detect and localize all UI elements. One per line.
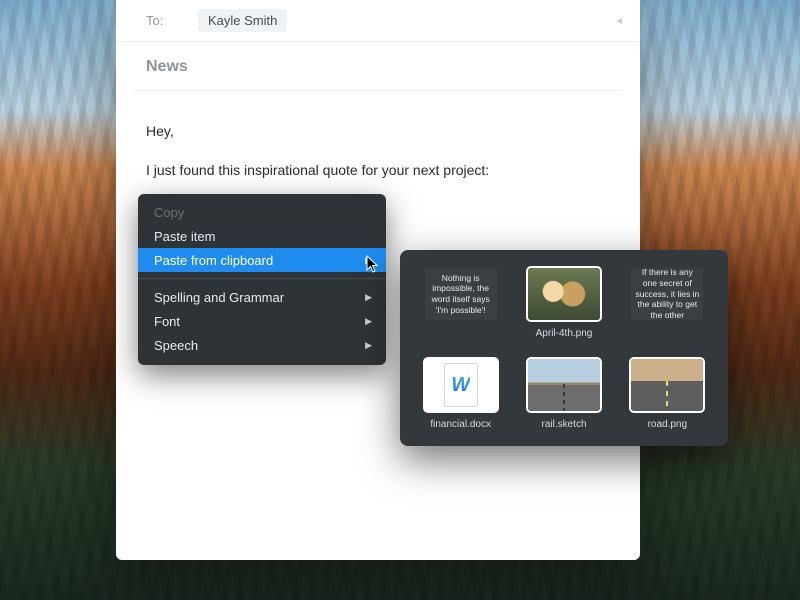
clipboard-thumb — [631, 359, 703, 411]
clipboard-popover: Nothing is impossible, the word itself s… — [400, 250, 728, 446]
expand-recipients-icon[interactable]: ◂ — [616, 14, 622, 27]
context-menu-item-label: Speech — [154, 338, 198, 353]
context-menu-item-font[interactable]: Font ▶ — [138, 309, 386, 333]
menu-separator — [138, 278, 386, 279]
context-menu: Copy Paste item Paste from clipboard ▶ S… — [138, 194, 386, 365]
context-menu-item-label: Copy — [154, 205, 184, 220]
context-menu-item-paste-from-clipboard[interactable]: Paste from clipboard ▶ — [138, 248, 386, 272]
clipboard-item-file[interactable]: W financial.docx — [416, 359, 505, 430]
context-menu-item-spelling[interactable]: Spelling and Grammar ▶ — [138, 285, 386, 309]
clipboard-caption: financial.docx — [430, 419, 491, 430]
context-menu-item-copy: Copy — [138, 200, 386, 224]
subject-field[interactable]: News — [116, 42, 640, 76]
clipboard-item-text[interactable]: If there is any one secret of success, i… — [623, 268, 712, 339]
to-field-row[interactable]: To: Kayle Smith ◂ — [116, 0, 640, 42]
context-menu-item-label: Paste from clipboard — [154, 253, 273, 268]
clipboard-thumb: Nothing is impossible, the word itself s… — [425, 268, 497, 320]
submenu-arrow-icon: ▶ — [365, 340, 372, 351]
word-doc-icon: W — [451, 373, 470, 398]
context-menu-item-label: Spelling and Grammar — [154, 290, 284, 305]
recipient-chip[interactable]: Kayle Smith — [198, 9, 287, 32]
body-line: I just found this inspirational quote fo… — [146, 160, 610, 181]
message-body[interactable]: Hey, I just found this inspirational quo… — [116, 91, 640, 181]
clipboard-thumb: W — [425, 359, 497, 411]
context-menu-item-label: Font — [154, 314, 180, 329]
submenu-arrow-icon: ▶ — [365, 316, 372, 327]
body-line: Hey, — [146, 121, 610, 142]
clipboard-item-image[interactable]: rail.sketch — [519, 359, 608, 430]
context-menu-item-paste-item[interactable]: Paste item — [138, 224, 386, 248]
clipboard-caption: rail.sketch — [541, 419, 586, 430]
clipboard-caption: April-4th.png — [536, 328, 593, 339]
clipboard-thumb — [528, 268, 600, 320]
clipboard-thumb: If there is any one secret of success, i… — [631, 268, 703, 320]
context-menu-item-label: Paste item — [154, 229, 215, 244]
clipboard-caption: road.png — [648, 419, 687, 430]
context-menu-item-speech[interactable]: Speech ▶ — [138, 333, 386, 357]
clipboard-thumb — [528, 359, 600, 411]
clipboard-item-image[interactable]: road.png — [623, 359, 712, 430]
submenu-arrow-icon: ▶ — [365, 292, 372, 303]
clipboard-item-text[interactable]: Nothing is impossible, the word itself s… — [416, 268, 505, 339]
to-label: To: — [146, 13, 186, 28]
clipboard-item-image[interactable]: April-4th.png — [519, 268, 608, 339]
mouse-cursor-icon — [366, 255, 380, 273]
